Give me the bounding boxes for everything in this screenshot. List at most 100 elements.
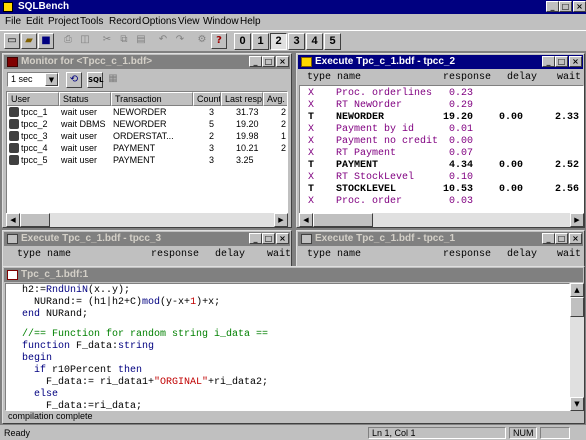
col-count[interactable]: Count bbox=[193, 92, 221, 106]
monitor-icon bbox=[7, 57, 18, 67]
tab-1[interactable]: 1 bbox=[252, 33, 269, 50]
maximize-icon[interactable]: □ bbox=[262, 233, 275, 244]
close-icon[interactable]: × bbox=[569, 56, 582, 67]
cell-name: RT Payment bbox=[336, 148, 397, 159]
new-file-icon[interactable]: ▭ bbox=[4, 33, 20, 49]
minimize-icon[interactable]: _ bbox=[542, 56, 555, 67]
maximize-icon[interactable]: □ bbox=[555, 233, 568, 244]
scroll-left-icon[interactable]: ◀ bbox=[6, 213, 20, 227]
cell-name: Proc. order bbox=[336, 196, 403, 207]
cut-icon[interactable]: ✂ bbox=[99, 33, 115, 49]
menu-window[interactable]: Window bbox=[203, 16, 239, 27]
menu-edit[interactable]: Edit bbox=[26, 16, 43, 27]
help-icon[interactable]: ? bbox=[211, 33, 227, 49]
vertical-scrollbar[interactable]: ▲ ▼ bbox=[570, 283, 584, 411]
scroll-left-icon[interactable]: ◀ bbox=[299, 213, 313, 227]
sql-icon[interactable]: SQL bbox=[87, 72, 103, 88]
table-row[interactable]: tpcc_4 wait user PAYMENT 3 10.21 2 bbox=[7, 143, 287, 155]
maximize-icon[interactable]: □ bbox=[559, 1, 572, 12]
minimize-icon[interactable]: _ bbox=[542, 233, 555, 244]
redo-icon[interactable]: ↷ bbox=[172, 33, 188, 49]
code-line: if r10Percent then bbox=[34, 365, 143, 376]
refresh-icon[interactable]: ⟲ bbox=[66, 72, 82, 88]
execute-tpcc3-window: Execute Tpc_c_1.bdf - tpcc_3 _ □ × type … bbox=[2, 230, 292, 268]
col-avg-resp[interactable]: Avg. r bbox=[263, 92, 287, 106]
preview-icon[interactable]: ◫ bbox=[77, 33, 93, 49]
interval-select[interactable]: 1 sec ▼ bbox=[7, 72, 59, 87]
settings-icon[interactable]: ⚙ bbox=[194, 33, 210, 49]
close-icon[interactable]: × bbox=[573, 1, 586, 12]
paste-icon[interactable]: ▤ bbox=[133, 33, 149, 49]
close-icon[interactable]: × bbox=[569, 233, 582, 244]
scroll-down-icon[interactable]: ▼ bbox=[570, 397, 584, 411]
table-row[interactable]: X Proc. orderlines 0.23 bbox=[300, 88, 583, 100]
app-icon bbox=[3, 2, 13, 12]
cell-count: 2 bbox=[209, 131, 215, 141]
table-row[interactable]: tpcc_3 wait user ORDERSTAT... 2 19.98 1 bbox=[7, 131, 287, 143]
table-row[interactable]: tpcc_5 wait user PAYMENT 3 3.25 bbox=[7, 155, 287, 167]
cell-status: wait user bbox=[61, 143, 98, 153]
scroll-up-icon[interactable]: ▲ bbox=[570, 283, 584, 297]
tab-5[interactable]: 5 bbox=[324, 33, 341, 50]
scroll-right-icon[interactable]: ▶ bbox=[274, 213, 288, 227]
cell-avg: 1 bbox=[281, 131, 287, 141]
horizontal-scrollbar[interactable]: ◀ ▶ bbox=[6, 213, 288, 227]
undo-icon[interactable]: ↶ bbox=[155, 33, 171, 49]
table-row[interactable]: X Payment by id 0.01 bbox=[300, 124, 583, 136]
table-row[interactable]: X RT NewOrder 0.29 bbox=[300, 100, 583, 112]
menu-record[interactable]: Record bbox=[109, 16, 141, 27]
chevron-down-icon[interactable]: ▼ bbox=[45, 73, 58, 86]
cell-count: 3 bbox=[209, 107, 215, 117]
menu-options[interactable]: Options bbox=[142, 16, 176, 27]
table-row[interactable]: tpcc_1 wait user NEWORDER 3 31.73 2 bbox=[7, 107, 287, 119]
code-editor[interactable]: h2:=RndUniN(x..y); NURand:= (h1|h2+C)mod… bbox=[5, 283, 570, 411]
minimize-icon[interactable]: _ bbox=[249, 56, 262, 67]
menu-help[interactable]: Help bbox=[240, 16, 261, 27]
table-row[interactable]: tpcc_2 wait DBMS NEWORDER 5 19.20 2 bbox=[7, 119, 287, 131]
tab-4[interactable]: 4 bbox=[306, 33, 323, 50]
menu-file[interactable]: File bbox=[5, 16, 21, 27]
table-row[interactable]: T NEWORDER 19.20 0.00 2.33 bbox=[300, 112, 583, 124]
cell-transaction: PAYMENT bbox=[113, 143, 156, 153]
minimize-icon[interactable]: _ bbox=[546, 1, 559, 12]
col-user[interactable]: User bbox=[7, 92, 59, 106]
table-row[interactable]: X Proc. order 0.03 bbox=[300, 196, 583, 208]
scroll-thumb[interactable] bbox=[570, 297, 584, 317]
minimize-icon[interactable]: _ bbox=[249, 233, 262, 244]
print-icon[interactable]: ⎙ bbox=[60, 33, 76, 49]
close-icon[interactable]: × bbox=[276, 56, 289, 67]
scroll-thumb[interactable] bbox=[20, 213, 50, 227]
cell-type: X bbox=[308, 88, 315, 99]
tab-2[interactable]: 2 bbox=[270, 33, 287, 50]
cell-name: STOCKLEVEL bbox=[336, 184, 397, 195]
table-row[interactable]: T STOCKLEVEL 10.53 0.00 2.56 bbox=[300, 184, 583, 196]
toolbar: ▭ ▰ ■ ⎙ ◫ ✂ ⧉ ▤ ↶ ↷ ⚙ ? 0 1 2 3 4 5 bbox=[0, 30, 586, 52]
tab-3[interactable]: 3 bbox=[288, 33, 305, 50]
grid-icon[interactable]: ▦ bbox=[105, 72, 121, 88]
table-row[interactable]: X RT StockLevel 0.10 bbox=[300, 172, 583, 184]
table-row[interactable]: T PAYMENT 4.34 0.00 2.52 bbox=[300, 160, 583, 172]
copy-icon[interactable]: ⧉ bbox=[116, 33, 132, 49]
menu-view[interactable]: View bbox=[178, 16, 200, 27]
maximize-icon[interactable]: □ bbox=[555, 56, 568, 67]
col-transaction[interactable]: Transaction bbox=[111, 92, 193, 106]
execute-tpcc1-titlebar: Execute Tpc_c_1.bdf - tpcc_1 _ □ × bbox=[298, 232, 583, 246]
maximize-icon[interactable]: □ bbox=[262, 56, 275, 67]
table-row[interactable]: X Payment no credit 0.00 bbox=[300, 136, 583, 148]
open-folder-icon[interactable]: ▰ bbox=[21, 33, 37, 49]
table-row[interactable]: X RT Payment 0.07 bbox=[300, 148, 583, 160]
cell-transaction: NEWORDER bbox=[113, 119, 167, 129]
horizontal-scrollbar[interactable]: ◀ ▶ bbox=[299, 213, 584, 227]
col-last-resp[interactable]: Last resp. bbox=[221, 92, 263, 106]
menu-tools[interactable]: Tools bbox=[80, 16, 103, 27]
close-icon[interactable]: × bbox=[276, 233, 289, 244]
save-icon[interactable]: ■ bbox=[38, 33, 54, 49]
menu-project[interactable]: Project bbox=[48, 16, 79, 27]
scroll-right-icon[interactable]: ▶ bbox=[570, 213, 584, 227]
scroll-thumb[interactable] bbox=[313, 213, 373, 227]
col-status[interactable]: Status bbox=[59, 92, 111, 106]
status-text: Ready bbox=[4, 428, 31, 438]
col-type: type bbox=[307, 249, 332, 260]
tab-0[interactable]: 0 bbox=[234, 33, 251, 50]
code-line: F_data:= ri_data1+"ORGINAL"+ri_data2; bbox=[10, 377, 269, 388]
